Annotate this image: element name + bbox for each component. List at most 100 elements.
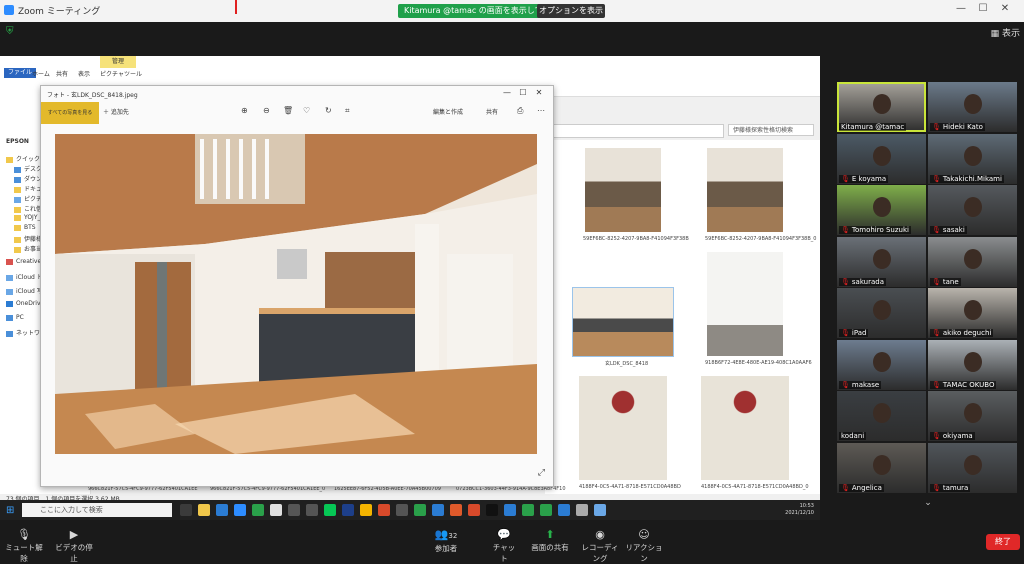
see-all-photos-button[interactable]: すべての写真を見る xyxy=(41,102,99,124)
participants-count: 32 xyxy=(448,532,458,540)
ribbon-share-tab[interactable]: 共有 xyxy=(56,69,68,78)
zoom-app-icon[interactable] xyxy=(234,504,246,516)
file-thumbnail[interactable] xyxy=(572,287,674,357)
participant-name: 🎙 tamura xyxy=(930,483,971,492)
app-icon[interactable] xyxy=(414,504,426,516)
favorite-icon[interactable]: ♡ xyxy=(303,106,310,115)
reaction-icon: ☺ xyxy=(638,528,650,541)
settings-icon[interactable] xyxy=(576,504,588,516)
reactions-button[interactable]: ☺ リアクション xyxy=(624,528,664,564)
share-screen-button[interactable]: ⬆ 画面の共有 xyxy=(530,528,570,553)
maximize-icon[interactable]: ☐ xyxy=(515,88,531,97)
participant-tile[interactable]: 🎙 okiyama xyxy=(928,391,1017,441)
app-icon[interactable] xyxy=(270,504,282,516)
security-shield-icon[interactable]: ⛨ xyxy=(6,26,14,37)
delete-icon[interactable]: 🗑 xyxy=(283,106,293,115)
ribbon-home-tab[interactable]: ホーム xyxy=(32,69,50,78)
file-thumbnail[interactable] xyxy=(707,148,783,232)
participant-tile[interactable]: kodani xyxy=(837,391,926,441)
ribbon-view-tab[interactable]: 表示 xyxy=(78,69,90,78)
participant-tile[interactable]: 🎙 TAMAC OKUBO xyxy=(928,339,1017,390)
ribbon-manage-tab[interactable]: 管理 xyxy=(100,56,136,68)
participant-tile[interactable]: 🎙 Angelica xyxy=(837,442,926,493)
stop-video-button[interactable]: ▶ ビデオの停止 xyxy=(52,528,96,564)
participant-tile[interactable]: 🎙 akiko deguchi xyxy=(928,288,1017,338)
nav-item[interactable]: お事当 xyxy=(14,244,42,253)
nav-item[interactable]: OneDrive xyxy=(6,300,44,307)
participant-tile[interactable]: 🎙 sasaki xyxy=(928,185,1017,235)
chat-button[interactable]: 💬 チャット xyxy=(490,528,518,564)
participant-tile[interactable]: 🎙 Tomohiro Suzuki xyxy=(837,185,926,235)
app-icon[interactable] xyxy=(450,504,462,516)
file-thumbnail[interactable] xyxy=(585,148,661,232)
more-icon[interactable]: ⋯ xyxy=(537,106,545,115)
minimize-icon[interactable]: — xyxy=(950,3,972,14)
mic-muted-icon: 🎙 xyxy=(17,528,31,541)
task-view-icon[interactable] xyxy=(180,504,192,516)
line-icon[interactable] xyxy=(324,504,336,516)
app-icon[interactable] xyxy=(342,504,354,516)
crop-icon[interactable]: ⌗ xyxy=(345,106,350,116)
participant-tile[interactable]: 🎙 sakurada xyxy=(837,236,926,287)
view-options-button[interactable]: オプションを表示 ▾ xyxy=(537,4,605,29)
photos-app-icon[interactable] xyxy=(594,504,606,516)
nav-item[interactable]: PC xyxy=(6,314,24,321)
photo-viewer-window[interactable]: フォト - 玄LDK_DSC_8418.jpeg — ☐ ✕ すべての写真を見る ＋… xyxy=(40,85,554,487)
app-icon[interactable] xyxy=(540,504,552,516)
participants-button[interactable]: 👥32 参加者 xyxy=(432,528,460,554)
file-explorer-icon[interactable] xyxy=(198,504,210,516)
participant-tile[interactable]: 🎙 makase xyxy=(837,339,926,390)
gallery-view-button[interactable]: ▦ 表示 xyxy=(991,26,1020,39)
edge-icon[interactable] xyxy=(216,504,228,516)
participant-tile[interactable]: 🎙 E koyama xyxy=(837,133,926,184)
nav-item[interactable]: BTS xyxy=(14,224,36,231)
file-thumbnail[interactable] xyxy=(701,376,789,480)
outlook-icon[interactable] xyxy=(432,504,444,516)
participant-tile[interactable]: 🎙 Takakichi.Mikami xyxy=(928,133,1017,184)
edit-create-button[interactable]: 編集と作成 xyxy=(433,107,463,116)
app-icon[interactable] xyxy=(504,504,516,516)
end-meeting-button[interactable]: 終了 xyxy=(986,534,1020,550)
close-icon[interactable]: ✕ xyxy=(531,88,547,97)
file-thumbnail[interactable] xyxy=(579,376,667,480)
app-icon[interactable] xyxy=(378,504,390,516)
participant-tile[interactable]: 🎙 tamura xyxy=(928,442,1017,493)
taskbar-clock[interactable]: 10:53 2021/12/10 xyxy=(785,503,814,517)
record-button[interactable]: ◉ レコーディング xyxy=(580,528,620,564)
chevron-down-icon[interactable]: ⌄ xyxy=(916,498,940,512)
app-icon[interactable] xyxy=(522,504,534,516)
zoom-out-icon[interactable]: ⊖ xyxy=(263,106,270,115)
app-icon[interactable] xyxy=(396,504,408,516)
minimize-icon[interactable]: — xyxy=(499,88,515,97)
explorer-search-input[interactable]: 伊藤様探索性格切検索 xyxy=(728,124,814,136)
mic-muted-icon: 🎙 xyxy=(841,380,850,389)
taskbar-search-input[interactable]: ここに入力して検索 xyxy=(22,503,172,517)
expand-icon[interactable]: ⤢ xyxy=(538,468,545,478)
app-icon[interactable] xyxy=(306,504,318,516)
windows-start-icon[interactable]: ⊞ xyxy=(6,505,14,516)
print-icon[interactable]: ⎙ xyxy=(517,106,523,116)
participant-tile[interactable]: 🎙 tane xyxy=(928,236,1017,287)
chrome-icon[interactable] xyxy=(360,504,372,516)
app-icon[interactable] xyxy=(486,504,498,516)
app-icon[interactable] xyxy=(468,504,480,516)
unmute-button[interactable]: 🎙 ミュート解除 xyxy=(4,528,44,564)
participant-tile[interactable]: 🎙 Hideki Kato xyxy=(928,82,1017,132)
add-to-button[interactable]: ＋ 追加先 xyxy=(103,107,129,116)
file-thumbnail[interactable] xyxy=(707,252,783,356)
share-button[interactable]: 共有 xyxy=(486,107,498,116)
ribbon-picture-tools-tab[interactable]: ピクチャツール xyxy=(100,69,142,78)
participant-name: 🎙 Tomohiro Suzuki xyxy=(839,226,911,234)
app-icon[interactable] xyxy=(288,504,300,516)
close-icon[interactable]: ✕ xyxy=(994,3,1016,14)
address-bar[interactable] xyxy=(552,124,724,138)
participant-tile[interactable]: Kitamura @tamac xyxy=(837,82,926,132)
nav-item[interactable]: これ借 xyxy=(14,204,42,213)
zoom-in-icon[interactable]: ⊕ xyxy=(241,106,248,115)
rotate-icon[interactable]: ↻ xyxy=(325,106,332,115)
participant-tile[interactable]: 🎙 iPad xyxy=(837,288,926,338)
nav-item[interactable]: EPSON xyxy=(6,138,29,145)
app-icon[interactable] xyxy=(558,504,570,516)
excel-icon[interactable] xyxy=(252,504,264,516)
maximize-icon[interactable]: ☐ xyxy=(972,3,994,14)
